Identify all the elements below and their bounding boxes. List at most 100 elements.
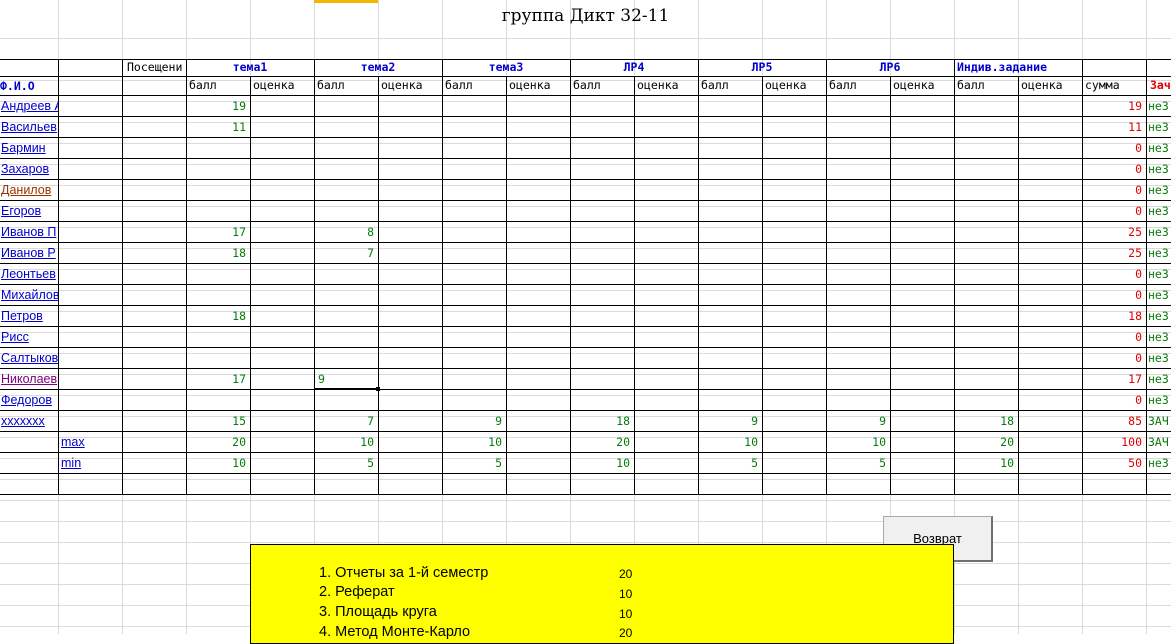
score-cell[interactable]: 20 xyxy=(954,432,1018,452)
score-cell[interactable]: 20 xyxy=(570,432,634,452)
score-cell[interactable] xyxy=(314,117,378,137)
score-cell[interactable]: 17 xyxy=(186,369,250,389)
score-cell[interactable] xyxy=(570,96,634,116)
score-cell[interactable] xyxy=(186,348,250,368)
score-cell[interactable] xyxy=(826,348,890,368)
score-cell[interactable] xyxy=(570,390,634,410)
score-cell[interactable] xyxy=(314,138,378,158)
score-cell[interactable] xyxy=(954,117,1018,137)
score-cell[interactable] xyxy=(186,138,250,158)
score-cell[interactable] xyxy=(826,180,890,200)
score-cell[interactable] xyxy=(954,327,1018,347)
score-cell[interactable] xyxy=(442,285,506,305)
student-name-link[interactable]: Рисс xyxy=(0,327,58,347)
score-cell[interactable] xyxy=(442,390,506,410)
score-cell[interactable] xyxy=(698,180,762,200)
score-cell[interactable] xyxy=(954,222,1018,242)
student-name-link[interactable]: Николаев xyxy=(0,369,58,389)
score-cell[interactable] xyxy=(314,96,378,116)
score-cell[interactable] xyxy=(314,285,378,305)
score-cell[interactable]: 17 xyxy=(186,222,250,242)
score-cell[interactable] xyxy=(570,369,634,389)
score-cell[interactable] xyxy=(442,243,506,263)
score-cell[interactable]: 5 xyxy=(442,453,506,473)
score-cell[interactable] xyxy=(314,159,378,179)
selected-cell[interactable] xyxy=(314,368,379,389)
score-cell[interactable] xyxy=(442,348,506,368)
score-cell[interactable]: 9 xyxy=(442,411,506,431)
score-cell[interactable] xyxy=(954,369,1018,389)
score-cell[interactable] xyxy=(570,201,634,221)
score-cell[interactable]: 9 xyxy=(826,411,890,431)
score-cell[interactable] xyxy=(954,159,1018,179)
score-cell[interactable] xyxy=(186,264,250,284)
score-cell[interactable] xyxy=(570,243,634,263)
score-cell[interactable] xyxy=(442,222,506,242)
student-name-link[interactable]: min xyxy=(60,453,122,473)
score-cell[interactable] xyxy=(826,222,890,242)
score-cell[interactable] xyxy=(570,285,634,305)
score-cell[interactable] xyxy=(826,264,890,284)
student-name-link[interactable]: Петров xyxy=(0,306,58,326)
score-cell[interactable] xyxy=(314,201,378,221)
score-cell[interactable]: 10 xyxy=(698,432,762,452)
student-name-link[interactable]: xxxxxxx xyxy=(0,411,58,431)
score-cell[interactable]: 10 xyxy=(314,432,378,452)
score-cell[interactable] xyxy=(570,264,634,284)
score-cell[interactable] xyxy=(698,159,762,179)
score-cell[interactable]: 7 xyxy=(314,243,378,263)
score-cell[interactable] xyxy=(314,327,378,347)
score-cell[interactable] xyxy=(314,180,378,200)
student-name-link[interactable]: Леонтьев xyxy=(0,264,58,284)
score-cell[interactable] xyxy=(186,285,250,305)
score-cell[interactable] xyxy=(442,264,506,284)
score-cell[interactable] xyxy=(442,96,506,116)
score-cell[interactable] xyxy=(954,285,1018,305)
score-cell[interactable] xyxy=(698,117,762,137)
score-cell[interactable] xyxy=(698,327,762,347)
score-cell[interactable] xyxy=(698,201,762,221)
score-cell[interactable]: 15 xyxy=(186,411,250,431)
score-cell[interactable]: 10 xyxy=(826,432,890,452)
score-cell[interactable] xyxy=(314,348,378,368)
score-cell[interactable] xyxy=(314,390,378,410)
score-cell[interactable] xyxy=(954,348,1018,368)
score-cell[interactable]: 18 xyxy=(186,243,250,263)
score-cell[interactable]: 10 xyxy=(186,453,250,473)
score-cell[interactable] xyxy=(698,285,762,305)
score-cell[interactable] xyxy=(698,306,762,326)
score-cell[interactable] xyxy=(698,222,762,242)
score-cell[interactable] xyxy=(698,390,762,410)
score-cell[interactable] xyxy=(954,138,1018,158)
student-name-link[interactable]: Егоров xyxy=(0,201,58,221)
score-cell[interactable] xyxy=(826,369,890,389)
score-cell[interactable]: 5 xyxy=(314,453,378,473)
score-cell[interactable] xyxy=(954,306,1018,326)
student-name-link[interactable]: Иванов П xyxy=(0,222,58,242)
score-cell[interactable] xyxy=(826,306,890,326)
score-cell[interactable] xyxy=(570,327,634,347)
score-cell[interactable] xyxy=(826,138,890,158)
score-cell[interactable]: 18 xyxy=(186,306,250,326)
score-cell[interactable] xyxy=(314,306,378,326)
score-cell[interactable] xyxy=(570,306,634,326)
student-name-link[interactable]: max xyxy=(60,432,122,452)
fill-handle[interactable] xyxy=(376,387,380,391)
score-cell[interactable]: 7 xyxy=(314,411,378,431)
score-cell[interactable] xyxy=(826,117,890,137)
score-cell[interactable] xyxy=(570,117,634,137)
student-name-link[interactable]: Михайлов xyxy=(0,285,58,305)
student-name-link[interactable]: Захаров xyxy=(0,159,58,179)
score-cell[interactable]: 10 xyxy=(442,432,506,452)
score-cell[interactable] xyxy=(186,180,250,200)
score-cell[interactable] xyxy=(826,285,890,305)
score-cell[interactable] xyxy=(570,222,634,242)
score-cell[interactable]: 18 xyxy=(570,411,634,431)
score-cell[interactable] xyxy=(826,327,890,347)
score-cell[interactable] xyxy=(570,180,634,200)
score-cell[interactable] xyxy=(570,138,634,158)
score-cell[interactable]: 10 xyxy=(954,453,1018,473)
score-cell[interactable] xyxy=(698,96,762,116)
score-cell[interactable] xyxy=(954,390,1018,410)
score-cell[interactable]: 11 xyxy=(186,117,250,137)
